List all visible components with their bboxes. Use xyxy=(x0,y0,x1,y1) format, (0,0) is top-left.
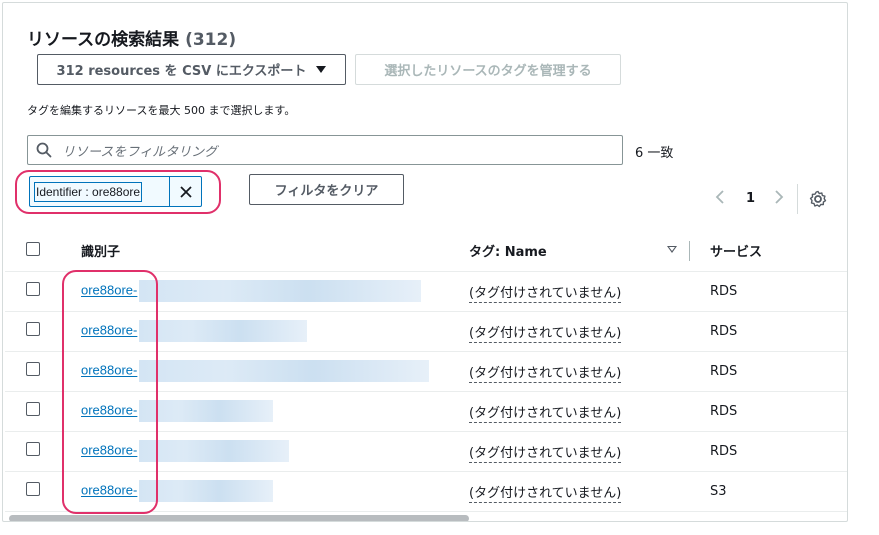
result-count: (312) xyxy=(185,30,237,50)
row-checkbox-cell xyxy=(5,471,65,512)
column-label-service: サービス xyxy=(710,245,763,261)
column-header-identifier[interactable]: 識別子 xyxy=(65,231,509,272)
remove-filter-button[interactable] xyxy=(169,177,201,206)
row-checkbox[interactable] xyxy=(26,362,40,376)
row-checkbox[interactable] xyxy=(26,402,40,416)
clear-filters-button[interactable]: フィルタをクリア xyxy=(249,174,404,205)
row-checkbox-cell xyxy=(5,431,65,472)
identifier-column-highlight xyxy=(62,270,158,514)
current-page[interactable]: 1 xyxy=(746,191,755,206)
redacted-region xyxy=(139,440,290,462)
tag-cell: (タグ付けされていません) xyxy=(447,431,690,472)
row-checkbox-cell xyxy=(5,311,65,352)
service-cell: S3 xyxy=(690,471,847,512)
export-csv-label: 312 resources を CSV にエクスポート xyxy=(56,64,307,79)
export-csv-button[interactable]: 312 resources を CSV にエクスポート xyxy=(37,54,346,85)
close-icon xyxy=(179,185,192,198)
service-cell: RDS xyxy=(690,391,847,432)
redacted-region xyxy=(139,280,422,302)
tag-cell: (タグ付けされていません) xyxy=(447,471,690,512)
column-header-service[interactable]: サービス xyxy=(690,231,847,272)
redacted-region xyxy=(139,320,308,342)
tag-cell: (タグ付けされていません) xyxy=(447,311,690,352)
preferences-button[interactable] xyxy=(809,190,827,212)
caret-down-icon xyxy=(316,66,327,73)
row-checkbox-cell xyxy=(5,351,65,392)
select-all-cell xyxy=(5,231,65,272)
manage-tags-label: 選択したリソースのタグを管理する xyxy=(384,64,592,79)
pagination-divider xyxy=(797,184,798,214)
filter-token[interactable]: Identifier : ore88ore xyxy=(29,176,202,207)
resource-filter-input[interactable]: リソースをフィルタリング xyxy=(27,135,623,165)
table-header-row: 識別子 タグ: Name サービス xyxy=(5,231,847,272)
match-count: 6 一致 xyxy=(635,146,674,161)
resource-search-results-panel: リソースの検索結果 (312) 312 resources を CSV にエクス… xyxy=(2,2,848,522)
redacted-region xyxy=(139,480,274,502)
select-all-checkbox[interactable] xyxy=(26,241,40,256)
column-label-identifier: 識別子 xyxy=(81,245,121,261)
row-checkbox[interactable] xyxy=(26,482,40,496)
filter-token-label: Identifier : ore88ore xyxy=(34,181,143,202)
tag-name-value[interactable]: (タグ付けされていません) xyxy=(469,285,622,303)
redacted-region xyxy=(139,400,274,422)
selection-hint: タグを編集するリソースを最大 500 まで選択します。 xyxy=(27,104,296,117)
tag-name-value[interactable]: (タグ付けされていません) xyxy=(469,365,622,383)
next-page-button[interactable] xyxy=(774,189,784,209)
row-checkbox-cell xyxy=(5,391,65,432)
tag-name-value[interactable]: (タグ付けされていません) xyxy=(469,405,622,423)
search-placeholder: リソースをフィルタリング xyxy=(62,144,218,160)
row-checkbox[interactable] xyxy=(26,322,40,336)
previous-page-button[interactable] xyxy=(715,189,725,209)
row-checkbox[interactable] xyxy=(26,282,40,296)
tag-cell: (タグ付けされていません) xyxy=(447,271,690,312)
manage-tags-button[interactable]: 選択したリソースのタグを管理する xyxy=(355,54,621,85)
horizontal-scrollbar[interactable] xyxy=(9,515,469,521)
row-checkbox-cell xyxy=(5,271,65,312)
tag-cell: (タグ付けされていません) xyxy=(447,351,690,392)
service-cell: RDS xyxy=(690,351,847,392)
service-cell: RDS xyxy=(690,431,847,472)
search-icon xyxy=(36,142,52,158)
tag-name-value[interactable]: (タグ付けされていません) xyxy=(469,445,622,463)
gear-icon xyxy=(809,190,827,208)
tag-name-value[interactable]: (タグ付けされていません) xyxy=(469,485,622,503)
page-title: リソースの検索結果 (312) xyxy=(27,25,236,50)
page-title-text: リソースの検索結果 xyxy=(27,30,180,50)
row-checkbox[interactable] xyxy=(26,442,40,456)
service-cell: RDS xyxy=(690,271,847,312)
service-cell: RDS xyxy=(690,311,847,352)
column-label-tag-name: タグ: Name xyxy=(469,245,547,261)
tag-name-value[interactable]: (タグ付けされていません) xyxy=(469,325,622,343)
clear-filters-label: フィルタをクリア xyxy=(274,184,379,199)
sort-icon xyxy=(667,246,677,253)
tag-cell: (タグ付けされていません) xyxy=(447,391,690,432)
column-header-tag-name[interactable]: タグ: Name xyxy=(447,231,690,272)
chevron-left-icon xyxy=(715,190,724,204)
redacted-region xyxy=(139,360,430,382)
chevron-right-icon xyxy=(775,190,784,204)
